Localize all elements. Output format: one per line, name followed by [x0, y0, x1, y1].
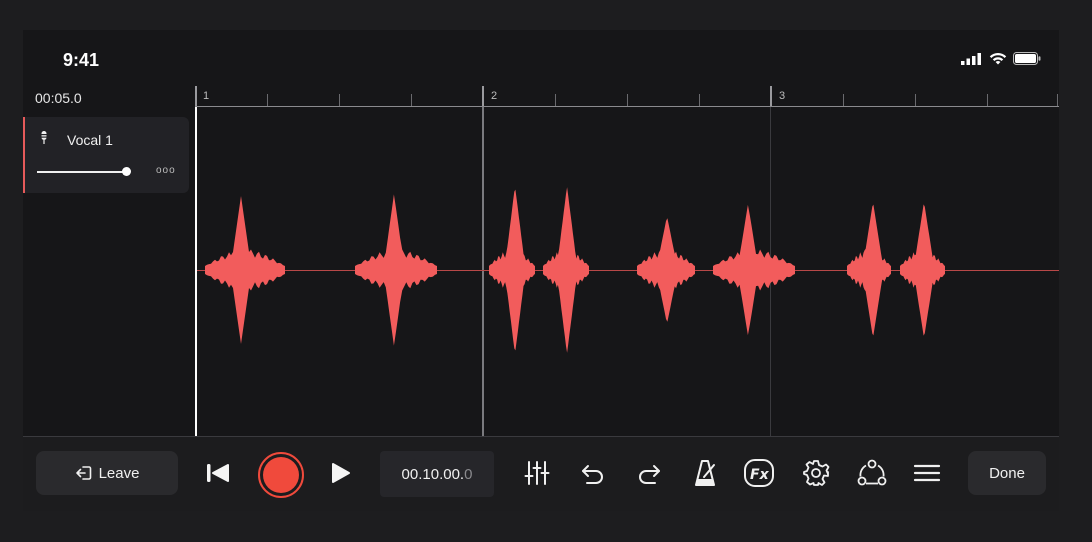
play-icon [332, 463, 350, 483]
ruler-tick [482, 86, 484, 106]
ruler-tick [843, 94, 844, 106]
playhead[interactable] [195, 107, 197, 436]
waveform-clip[interactable] [205, 196, 285, 344]
metronome-button[interactable] [689, 457, 721, 489]
timeline-area[interactable] [195, 107, 1059, 436]
waveform-clip[interactable] [637, 218, 695, 322]
ruler-tick [1057, 94, 1058, 106]
undo-icon [582, 465, 603, 484]
app-screen: 9:41 00:05.0 1 2 3 Vocal 1 ooo Leave 00.… [23, 30, 1059, 511]
wifi-icon [989, 53, 1007, 65]
svg-text:Fx: Fx [750, 467, 770, 483]
done-button[interactable]: Done [968, 451, 1046, 495]
bottom-toolbar: Leave 00.10.00. 0 Fx Done [23, 436, 1059, 511]
record-icon [263, 457, 299, 493]
status-time: 9:41 [63, 50, 100, 70]
cellular-icon [961, 52, 981, 65]
skip-back-button[interactable] [202, 457, 234, 489]
play-button[interactable] [324, 457, 356, 489]
volume-slider-track[interactable] [37, 171, 126, 173]
fx-button[interactable]: Fx [743, 457, 775, 489]
waveform[interactable] [195, 107, 1059, 436]
volume-slider-knob[interactable] [122, 167, 131, 176]
undo-button[interactable] [577, 457, 609, 489]
leave-button[interactable]: Leave [36, 451, 178, 495]
ruler-tick [267, 94, 268, 106]
bar-number-1: 1 [203, 90, 210, 102]
time-display-main: 00.10.00. [401, 465, 465, 483]
settings-button[interactable] [800, 457, 832, 489]
skip-back-icon [207, 464, 229, 482]
time-display-field[interactable]: 00.10.00. 0 [380, 451, 494, 497]
settings-icon [803, 460, 830, 486]
metronome-icon [695, 460, 715, 486]
waveform-clip[interactable] [355, 194, 437, 346]
waveform-clip[interactable] [900, 204, 945, 336]
ruler-tick [339, 94, 340, 106]
track-more-button[interactable]: ooo [156, 165, 176, 176]
leave-icon [75, 466, 91, 480]
ruler-tick [555, 94, 556, 106]
mixer-icon [524, 461, 550, 485]
waveform-clip[interactable] [713, 204, 795, 336]
share-button[interactable] [856, 457, 888, 489]
mic-icon [40, 131, 48, 144]
waveform-clip[interactable] [847, 204, 891, 336]
record-button[interactable] [258, 452, 304, 498]
ruler-tick [987, 94, 988, 106]
share-icon [857, 459, 887, 486]
waveform-clip[interactable] [489, 189, 535, 351]
redo-icon [639, 465, 660, 484]
position-readout: 00:05.0 [35, 90, 82, 106]
ruler-tick [411, 94, 412, 106]
waveform-clip[interactable] [543, 187, 589, 353]
status-icons [961, 52, 1041, 65]
ruler-tick [770, 86, 772, 106]
track-header-vocal-1[interactable]: Vocal 1 ooo [23, 117, 189, 193]
bar-number-3: 3 [779, 90, 786, 102]
redo-button[interactable] [633, 457, 665, 489]
time-display-fraction: 0 [464, 465, 473, 483]
ruler-tick [915, 94, 916, 106]
battery-icon [1013, 52, 1041, 65]
ruler-tick [195, 86, 197, 106]
mixer-button[interactable] [521, 457, 553, 489]
timeline-ruler[interactable]: 1 2 3 [195, 86, 1059, 107]
ruler-tick [627, 94, 628, 106]
menu-button[interactable] [911, 457, 943, 489]
leave-label: Leave [98, 464, 140, 482]
track-name: Vocal 1 [67, 132, 113, 148]
fx-icon: Fx [744, 459, 774, 487]
ruler-tick [699, 94, 700, 106]
bar-number-2: 2 [491, 90, 498, 102]
menu-icon [913, 464, 941, 482]
